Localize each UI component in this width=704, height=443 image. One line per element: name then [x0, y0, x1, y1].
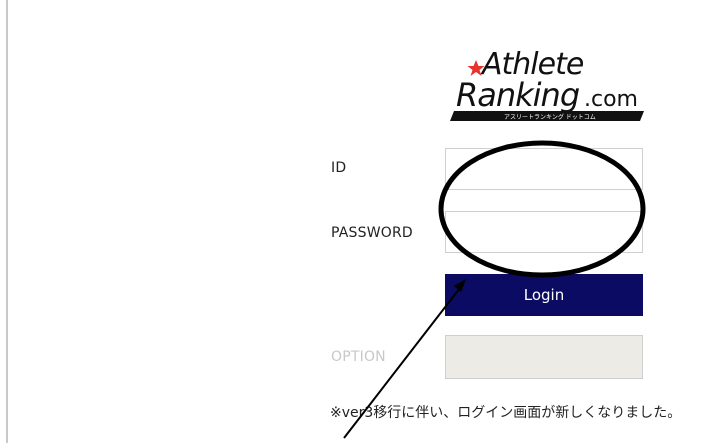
option-label: OPTION — [331, 349, 386, 365]
login-button[interactable]: Login — [445, 274, 643, 316]
password-input[interactable] — [445, 211, 643, 253]
logo-com-text: .com — [584, 87, 638, 112]
option-field[interactable] — [445, 335, 643, 379]
migration-notice: ※ver3移行に伴い、ログイン画面が新しくなりました。 — [330, 405, 682, 421]
logo-ranking-text: Ranking — [456, 76, 580, 114]
athlete-ranking-logo: Athlete Ranking .com アスリートランキング ドットコム — [450, 47, 644, 121]
id-input[interactable] — [445, 148, 643, 190]
left-divider — [6, 0, 8, 443]
logo-tagline-text: アスリートランキング ドットコム — [504, 113, 596, 121]
password-label: PASSWORD — [331, 225, 413, 241]
id-label: ID — [331, 160, 347, 176]
